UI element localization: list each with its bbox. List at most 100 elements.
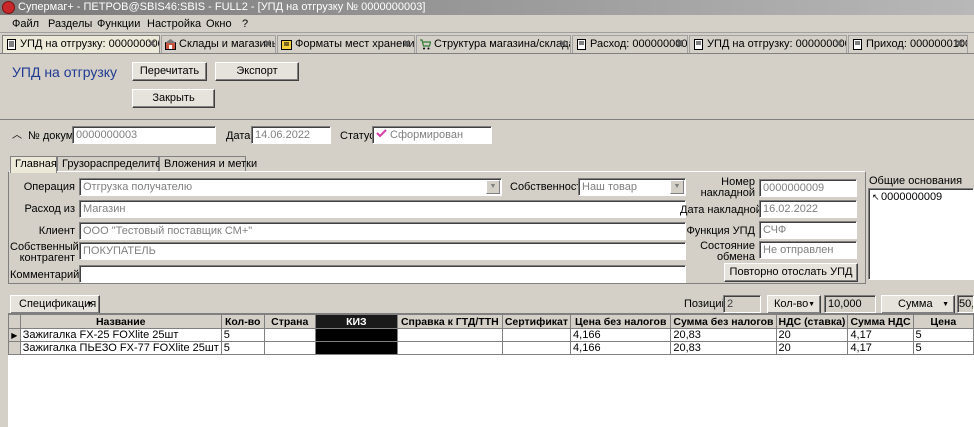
- tab-upd-3[interactable]: УПД на отгрузку: 0000000003 ✖: [2, 35, 160, 53]
- cell-certificate[interactable]: [501, 328, 572, 342]
- tab-label: Склады и магазины: [179, 38, 276, 50]
- cell-country[interactable]: [263, 328, 316, 342]
- operation-value: Отгрузка получателю: [83, 181, 193, 193]
- cell-country[interactable]: [263, 341, 316, 355]
- expense-from-field[interactable]: Магазин: [79, 200, 686, 218]
- col-sum-no-tax[interactable]: Сумма без налогов: [670, 314, 777, 329]
- menu-help[interactable]: ?: [242, 18, 248, 30]
- own-contractor-field[interactable]: ПОКУПАТЕЛЬ: [79, 242, 686, 260]
- cell-name[interactable]: Зажигалка FX-25 FOXlite 25шт: [19, 328, 222, 342]
- close-button[interactable]: Закрыть: [132, 89, 215, 108]
- tab-store-structure[interactable]: Структура магазина/склада ✖: [416, 35, 571, 53]
- close-icon[interactable]: ✖: [264, 36, 272, 53]
- tab-upd-2[interactable]: УПД на отгрузку: 0000000002 ✖: [689, 35, 847, 53]
- ownership-select[interactable]: Наш товар ▼: [578, 178, 686, 196]
- cell-name[interactable]: Зажигалка ПЬЕЗО FX-77 FOXlite 25шт: [19, 341, 222, 355]
- cell-vat-sum[interactable]: 4,17: [847, 341, 914, 355]
- table-header-row: Название Кол-во Страна КИЗ Справка к ГТД…: [8, 314, 974, 329]
- table-row[interactable]: ▶ Зажигалка FX-25 FOXlite 25шт 5 4,166 2…: [8, 328, 974, 342]
- general-grounds-list[interactable]: ↖0000000009: [868, 188, 974, 280]
- chevron-down-icon: ▼: [86, 301, 93, 308]
- cell-gtd-reference[interactable]: [396, 341, 503, 355]
- reread-button[interactable]: Перечитать: [132, 62, 207, 81]
- col-name[interactable]: Название: [19, 314, 222, 329]
- doc-date-field[interactable]: 14.06.2022: [251, 126, 331, 144]
- close-icon[interactable]: ✖: [676, 36, 684, 53]
- col-price[interactable]: Цена: [912, 314, 974, 329]
- ownership-label: Собственность: [510, 181, 588, 193]
- tab-distributors[interactable]: Грузораспределители: [57, 156, 174, 172]
- specification-dropdown[interactable]: Спецификация ▼: [10, 295, 100, 314]
- menu-file[interactable]: Файл: [12, 18, 39, 30]
- col-vat-rate[interactable]: НДС (ставка): [775, 314, 849, 329]
- cell-price-no-tax[interactable]: 4,166: [570, 341, 672, 355]
- menu-settings[interactable]: Настройка: [147, 18, 201, 30]
- page-title: УПД на отгрузку: [12, 64, 118, 80]
- cell-price[interactable]: 5: [912, 341, 974, 355]
- close-icon[interactable]: ✖: [835, 36, 843, 53]
- comment-field[interactable]: [79, 265, 686, 283]
- status-label: Статус: [340, 130, 375, 142]
- invoice-date-field[interactable]: 16.02.2022: [759, 200, 857, 218]
- tab-expense-9[interactable]: Расход: 0000000009 ✖: [572, 35, 688, 53]
- close-icon[interactable]: ✖: [559, 36, 567, 53]
- close-icon[interactable]: ✖: [403, 36, 411, 53]
- col-gtd-reference[interactable]: Справка к ГТД/ТТН: [396, 314, 503, 329]
- list-item[interactable]: ↖0000000009: [872, 191, 942, 203]
- cell-gtd-reference[interactable]: [396, 328, 503, 342]
- col-price-no-tax[interactable]: Цена без налогов: [570, 314, 672, 329]
- cell-qty[interactable]: 5: [220, 328, 265, 342]
- cell-kiz[interactable]: [314, 328, 398, 342]
- tab-attachments[interactable]: Вложения и метки: [159, 156, 257, 172]
- close-icon[interactable]: ✖: [956, 36, 964, 53]
- cell-sum-no-tax[interactable]: 20,83: [670, 328, 777, 342]
- resend-upd-button[interactable]: Повторно отослать УПД: [724, 263, 858, 282]
- cell-price[interactable]: 5: [912, 328, 974, 342]
- operation-select[interactable]: Отгрузка получателю ▼: [79, 178, 502, 196]
- menu-functions[interactable]: Функции: [97, 18, 140, 30]
- table-row[interactable]: Зажигалка ПЬЕЗО FX-77 FOXlite 25шт 5 4,1…: [8, 341, 974, 355]
- invoice-number-field[interactable]: 0000000009: [759, 179, 857, 197]
- cell-kiz[interactable]: [314, 341, 398, 355]
- exchange-state-field[interactable]: Не отправлен: [759, 241, 857, 259]
- col-kiz[interactable]: КИЗ: [314, 314, 398, 329]
- cell-certificate[interactable]: [501, 341, 572, 355]
- col-country[interactable]: Страна: [263, 314, 316, 329]
- col-qty[interactable]: Кол-во: [220, 314, 265, 329]
- menu-window[interactable]: Окно: [206, 18, 232, 30]
- doc-number-field[interactable]: 0000000003: [72, 126, 216, 144]
- client-field[interactable]: ООО "Тестовый поставщик СМ+": [79, 222, 686, 240]
- tab-main[interactable]: Главная: [10, 156, 57, 173]
- export-button[interactable]: Экспорт: [215, 62, 299, 81]
- qty-dropdown[interactable]: Кол-во ▼: [767, 295, 821, 314]
- close-icon[interactable]: ✖: [148, 36, 156, 53]
- menu-sections[interactable]: Разделы: [48, 18, 92, 30]
- positions-label: Позиций: [684, 298, 728, 310]
- chevron-down-icon: ▼: [942, 301, 949, 308]
- cell-price-no-tax[interactable]: 4,166: [570, 328, 672, 342]
- col-certificate[interactable]: Сертификат: [501, 314, 572, 329]
- cell-qty[interactable]: 5: [220, 341, 265, 355]
- tab-warehouses[interactable]: Склады и магазины ✖: [161, 35, 276, 53]
- sum-dropdown[interactable]: Сумма ▼: [881, 295, 955, 314]
- chevron-down-icon[interactable]: ▼: [670, 180, 684, 194]
- collapse-icon[interactable]: ︿: [12, 129, 22, 142]
- cell-vat-rate[interactable]: 20: [775, 341, 849, 355]
- ownership-value: Наш товар: [582, 181, 637, 193]
- sum-total: 50,0: [957, 295, 974, 313]
- status-field[interactable]: Сформирован: [372, 126, 492, 144]
- specification-label: Спецификация: [19, 298, 97, 310]
- cell-vat-rate[interactable]: 20: [775, 328, 849, 342]
- cart-icon: [420, 39, 431, 50]
- tab-storage-formats[interactable]: Форматы мест хранения ✖: [277, 35, 415, 53]
- app-logo-icon[interactable]: [2, 1, 15, 14]
- doc-number-label: № докум.: [28, 130, 77, 142]
- upd-function-label: Функция УПД: [686, 225, 755, 237]
- chevron-down-icon[interactable]: ▼: [486, 180, 500, 194]
- cell-sum-no-tax[interactable]: 20,83: [670, 341, 777, 355]
- current-row-icon: ▶: [8, 328, 21, 342]
- tab-income-100[interactable]: Приход: 0000000100 ✖: [848, 35, 968, 53]
- upd-function-field[interactable]: СЧФ: [759, 221, 857, 239]
- col-vat-sum[interactable]: Сумма НДС: [847, 314, 914, 329]
- cell-vat-sum[interactable]: 4,17: [847, 328, 914, 342]
